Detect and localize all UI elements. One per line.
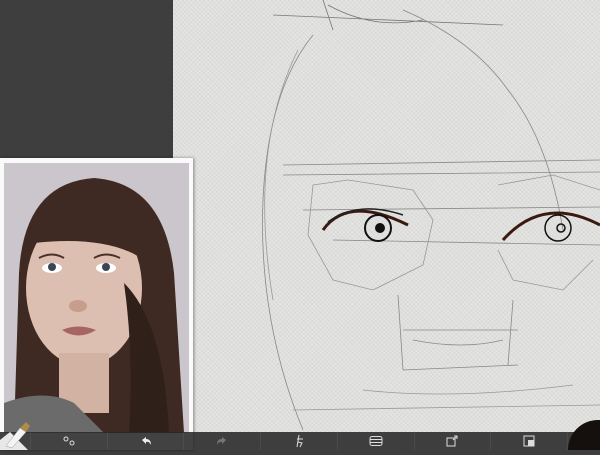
- sketch: [262, 0, 600, 431]
- settings-button[interactable]: [31, 432, 108, 450]
- share-icon: [446, 435, 458, 447]
- tool-picker-button[interactable]: [0, 418, 32, 450]
- tracing-figure-icon: [296, 434, 304, 448]
- redo-button[interactable]: [184, 432, 262, 450]
- tracing-button[interactable]: [261, 432, 338, 450]
- undo-icon: [141, 437, 151, 445]
- redo-icon: [217, 437, 227, 445]
- reference-photo: [4, 163, 189, 433]
- layers-button[interactable]: [338, 432, 415, 450]
- gallery-button[interactable]: [491, 432, 569, 450]
- undo-button[interactable]: [108, 432, 185, 450]
- bottom-toolbar: [0, 432, 600, 450]
- share-button[interactable]: [415, 432, 492, 450]
- layers-icon: [369, 436, 383, 446]
- gallery-icon: [523, 435, 535, 447]
- reference-image-panel[interactable]: [0, 158, 193, 450]
- brush-icon: [0, 422, 30, 450]
- settings-icon: [63, 436, 75, 446]
- drawing-canvas[interactable]: [173, 0, 600, 450]
